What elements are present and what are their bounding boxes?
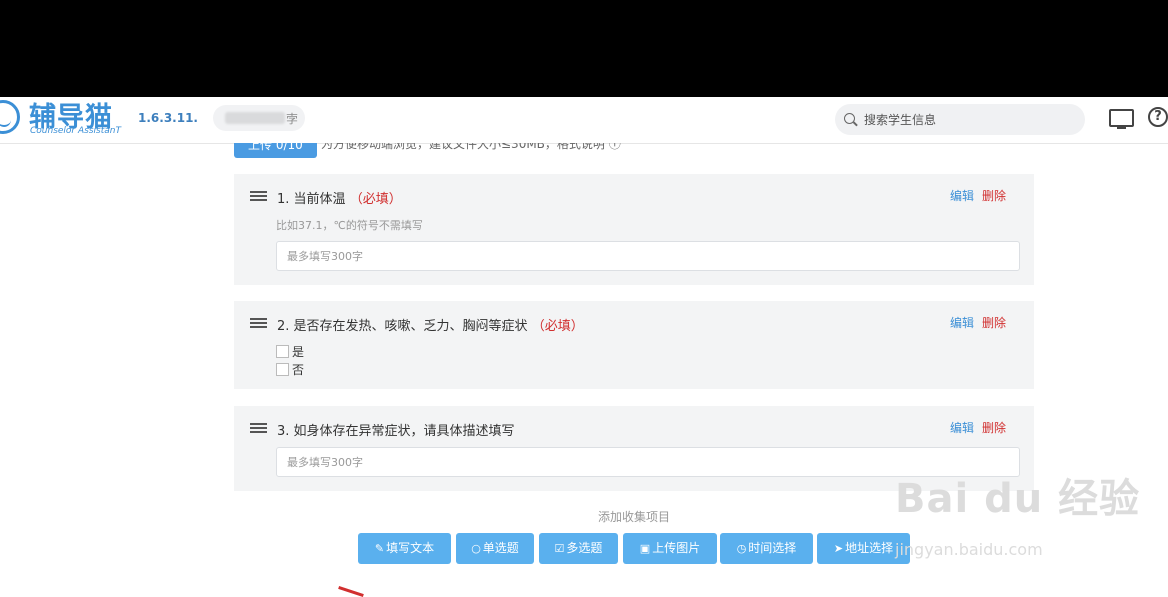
search-icon xyxy=(844,113,855,124)
required-mark: （必填） xyxy=(349,192,402,207)
button-label: 上传图片 xyxy=(652,541,701,555)
question-title: 2. 是否存在发热、咳嗽、乏力、胸闷等症状 （必填） xyxy=(277,315,584,334)
drag-handle-icon[interactable] xyxy=(250,318,267,328)
question-card-2: 2. 是否存在发热、咳嗽、乏力、胸闷等症状 （必填） 编辑 删除 是 否 xyxy=(234,301,1034,389)
delete-link[interactable]: 删除 xyxy=(982,314,1006,331)
checkbox-icon[interactable] xyxy=(276,345,289,358)
question-title: 1. 当前体温 （必填） xyxy=(277,188,402,207)
delete-link[interactable]: 删除 xyxy=(982,419,1006,436)
help-icon[interactable]: ? xyxy=(1148,107,1168,127)
edit-link[interactable]: 编辑 xyxy=(950,314,974,331)
school-name-tail: 孛 xyxy=(286,112,299,126)
add-multi-choice-button[interactable]: ☑ 多选题 xyxy=(539,533,618,564)
monitor-icon[interactable] xyxy=(1109,109,1134,129)
version-label: 1.6.3.11. xyxy=(138,111,198,125)
checkbox-icon[interactable] xyxy=(276,363,289,376)
option-no[interactable]: 否 xyxy=(276,361,304,378)
image-icon: ▣ xyxy=(639,542,651,555)
text-answer-field[interactable] xyxy=(276,241,1020,271)
clock-icon: ◷ xyxy=(736,542,747,555)
student-search-box[interactable] xyxy=(835,104,1085,135)
option-label: 否 xyxy=(292,363,305,377)
button-label: 填写文本 xyxy=(386,541,435,555)
black-top-band xyxy=(0,0,1168,97)
upload-button[interactable]: 上传 0/10 xyxy=(234,143,317,158)
option-yes[interactable]: 是 xyxy=(276,343,304,360)
pencil-icon: ✎ xyxy=(374,542,385,555)
button-label: 地址选择 xyxy=(845,541,894,555)
baidu-watermark: Bai du 经验 jingyan.baidu.com xyxy=(895,466,1141,559)
school-selector[interactable]: 孛 xyxy=(213,105,305,131)
add-item-label: 添加收集项目 xyxy=(598,510,671,524)
button-label: 时间选择 xyxy=(748,541,797,555)
logo-subtitle: Counselor AssistanT xyxy=(30,126,121,136)
red-annotation-mark xyxy=(338,586,364,597)
add-single-choice-button[interactable]: ○ 单选题 xyxy=(456,533,534,564)
question-card-1: 1. 当前体温 （必填） 编辑 删除 比如37.1，℃的符号不需填写 xyxy=(234,174,1034,285)
add-text-button[interactable]: ✎ 填写文本 xyxy=(358,533,451,564)
upload-button-label: 上传 0/10 xyxy=(248,143,303,152)
question-title-text: 2. 是否存在发热、咳嗽、乏力、胸闷等症状 xyxy=(277,319,528,334)
required-mark: （必填） xyxy=(531,319,584,334)
delete-link[interactable]: 删除 xyxy=(982,187,1006,204)
add-image-upload-button[interactable]: ▣ 上传图片 xyxy=(623,533,717,564)
watermark-brand: Bai du 经验 xyxy=(895,476,1141,522)
question-hint: 比如37.1，℃的符号不需填写 xyxy=(276,219,423,232)
drag-handle-icon[interactable] xyxy=(250,423,267,433)
question-title: 3. 如身体存在异常症状，请具体描述填写 xyxy=(277,420,515,439)
blurred-school-name xyxy=(225,112,285,124)
option-label: 是 xyxy=(292,345,305,359)
add-time-picker-button[interactable]: ◷ 时间选择 xyxy=(720,533,813,564)
edit-link[interactable]: 编辑 xyxy=(950,419,974,436)
edit-link[interactable]: 编辑 xyxy=(950,187,974,204)
text-answer-input[interactable] xyxy=(285,249,1009,264)
button-label: 单选题 xyxy=(482,541,519,555)
question-title-text: 1. 当前体温 xyxy=(277,192,346,207)
question-title-text: 3. 如身体存在异常症状，请具体描述填写 xyxy=(277,424,515,439)
checkbox-icon: ☑ xyxy=(554,542,565,555)
drag-handle-icon[interactable] xyxy=(250,191,267,201)
watermark-url: jingyan.baidu.com xyxy=(895,540,1043,559)
radio-icon: ○ xyxy=(471,542,481,555)
student-search-input[interactable] xyxy=(862,110,1076,130)
button-label: 多选题 xyxy=(566,541,603,555)
location-arrow-icon: ➤ xyxy=(833,542,844,555)
